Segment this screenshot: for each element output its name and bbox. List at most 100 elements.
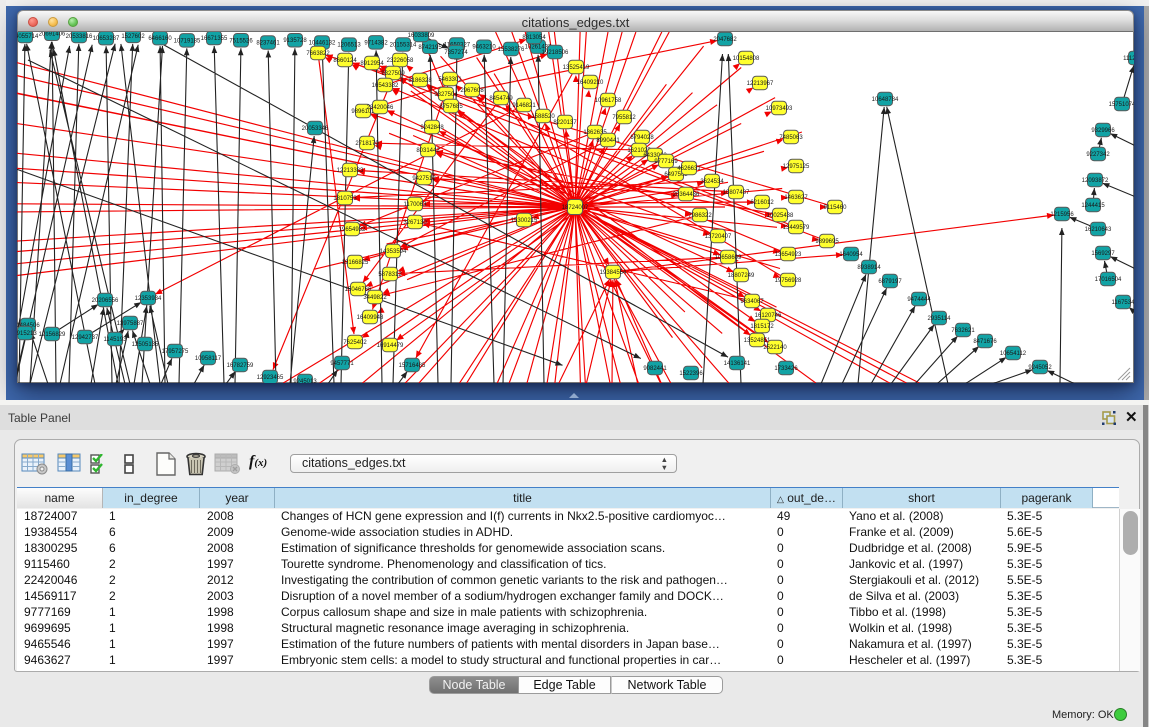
- svg-text:8237461: 8237461: [256, 41, 280, 47]
- svg-text:9115460: 9115460: [824, 205, 848, 211]
- svg-text:20691406: 20691406: [39, 32, 66, 38]
- svg-text:9245013: 9245013: [293, 379, 317, 383]
- svg-text:10658609: 10658609: [715, 255, 742, 261]
- svg-text:5878312: 5878312: [378, 272, 402, 278]
- svg-text:1640954: 1640954: [839, 252, 863, 258]
- svg-text:16782759: 16782759: [227, 363, 254, 369]
- svg-text:3267130: 3267130: [403, 220, 427, 226]
- svg-text:17957275: 17957275: [162, 349, 189, 355]
- svg-text:9714382: 9714382: [364, 40, 388, 46]
- svg-text:7515526: 7515526: [229, 38, 253, 44]
- svg-text:8186328: 8186328: [408, 78, 432, 84]
- svg-text:9329966: 9329966: [1091, 128, 1115, 134]
- svg-text:10653287: 10653287: [93, 36, 120, 42]
- svg-text:8938914: 8938914: [857, 265, 881, 271]
- svg-text:1588520: 1588520: [531, 114, 555, 120]
- svg-text:16120746: 16120746: [755, 313, 782, 319]
- svg-text:13975887: 13975887: [117, 321, 144, 327]
- svg-text:16409210: 16409210: [577, 80, 604, 86]
- svg-text:12505135: 12505135: [132, 342, 159, 348]
- svg-text:9463210: 9463210: [472, 45, 496, 51]
- svg-text:1527602: 1527602: [121, 34, 145, 40]
- svg-text:12353934: 12353934: [135, 296, 162, 302]
- svg-text:9245052: 9245052: [1028, 365, 1052, 371]
- svg-text:13654923: 13654923: [775, 252, 802, 258]
- svg-text:7357274: 7357274: [444, 50, 468, 56]
- svg-text:15716485: 15716485: [399, 363, 426, 369]
- svg-text:7485063: 7485063: [779, 135, 803, 141]
- svg-text:1145193: 1145193: [104, 337, 128, 343]
- svg-text:20206556: 20206556: [92, 298, 119, 304]
- svg-text:1733426: 1733426: [774, 366, 798, 372]
- svg-text:10654112: 10654112: [1000, 351, 1027, 357]
- svg-text:14055714: 14055714: [17, 34, 39, 40]
- svg-text:3449822: 3449822: [363, 295, 387, 301]
- svg-text:2935114: 2935114: [928, 316, 952, 322]
- svg-text:13525419: 13525419: [563, 65, 590, 71]
- svg-text:23420046: 23420046: [367, 105, 394, 111]
- svg-text:15300215: 15300215: [511, 218, 538, 224]
- svg-text:1463627: 1463627: [784, 195, 808, 201]
- svg-text:20533816: 20533816: [66, 34, 93, 40]
- svg-text:12213967: 12213967: [747, 81, 774, 87]
- svg-text:1815172: 1815172: [750, 324, 774, 330]
- svg-text:10807487: 10807487: [723, 190, 750, 196]
- svg-text:10973493: 10973493: [766, 106, 793, 112]
- svg-text:20364436: 20364436: [673, 192, 700, 198]
- svg-text:9474444: 9474444: [907, 297, 931, 303]
- svg-text:10961758: 10961758: [595, 98, 622, 104]
- svg-text:13524851: 13524851: [744, 338, 771, 344]
- svg-text:2047682: 2047682: [713, 37, 737, 43]
- svg-text:7632621: 7632621: [951, 328, 975, 334]
- svg-text:7625402: 7625402: [343, 340, 367, 346]
- svg-text:1569297: 1569297: [1091, 251, 1115, 257]
- svg-text:9777169: 9777169: [654, 159, 678, 165]
- svg-text:17016504: 17016504: [1095, 277, 1122, 283]
- svg-text:18807249: 18807249: [728, 273, 755, 279]
- svg-text:8471676: 8471676: [973, 339, 997, 345]
- svg-text:1522396: 1522396: [679, 371, 703, 377]
- svg-text:8031442: 8031442: [416, 148, 440, 154]
- svg-text:1244415: 1244415: [1081, 203, 1105, 209]
- svg-text:2967608: 2967608: [460, 88, 484, 94]
- svg-text:19654932: 19654932: [339, 227, 366, 233]
- svg-text:3915213: 3915213: [17, 331, 37, 337]
- svg-text:9135728: 9135728: [283, 38, 307, 44]
- svg-text:2522140: 2522140: [763, 345, 787, 351]
- svg-text:19166825: 19166825: [342, 260, 369, 266]
- svg-text:9327504: 9327504: [434, 92, 458, 98]
- svg-text:9082441: 9082441: [643, 366, 667, 372]
- svg-text:19218506: 19218506: [542, 50, 569, 56]
- svg-text:12975125: 12975125: [783, 164, 810, 170]
- svg-text:18724007: 18724007: [562, 205, 589, 211]
- svg-text:6216012: 6216012: [750, 200, 774, 206]
- svg-text:14353594: 14353594: [380, 249, 407, 255]
- svg-text:9634067: 9634067: [740, 299, 764, 305]
- svg-text:10648784: 10648784: [872, 97, 899, 103]
- svg-text:10154808: 10154808: [733, 56, 760, 62]
- svg-text:16543382: 16543382: [372, 83, 399, 89]
- svg-text:5463301: 5463301: [438, 77, 462, 83]
- svg-text:11123504: 11123504: [1123, 56, 1134, 62]
- svg-text:9457771: 9457771: [330, 361, 354, 367]
- svg-text:7986322: 7986322: [688, 213, 712, 219]
- svg-text:16033809: 16033809: [408, 33, 435, 39]
- svg-text:13720407: 13720407: [705, 234, 732, 240]
- svg-text:9227342: 9227342: [1086, 152, 1110, 158]
- svg-text:6794028: 6794028: [630, 135, 654, 141]
- svg-text:12923465: 12923465: [257, 375, 284, 381]
- svg-text:12156829: 12156829: [39, 332, 66, 338]
- svg-text:9327509: 9327509: [381, 71, 405, 77]
- svg-text:1810753: 1810753: [333, 196, 357, 202]
- svg-text:20155314: 20155314: [390, 43, 417, 49]
- svg-text:9899695: 9899695: [815, 239, 839, 245]
- svg-text:8990441: 8990441: [596, 138, 620, 144]
- svg-text:16914479: 16914479: [377, 343, 404, 349]
- svg-text:12093872: 12093872: [1082, 178, 1109, 184]
- svg-text:9146821: 9146821: [512, 103, 536, 109]
- svg-text:10719185: 10719185: [174, 38, 201, 44]
- svg-text:1170063: 1170063: [404, 202, 428, 208]
- svg-text:19756928: 19756928: [775, 278, 802, 284]
- svg-text:8742195: 8742195: [418, 45, 442, 51]
- svg-text:7663822: 7663822: [306, 51, 330, 57]
